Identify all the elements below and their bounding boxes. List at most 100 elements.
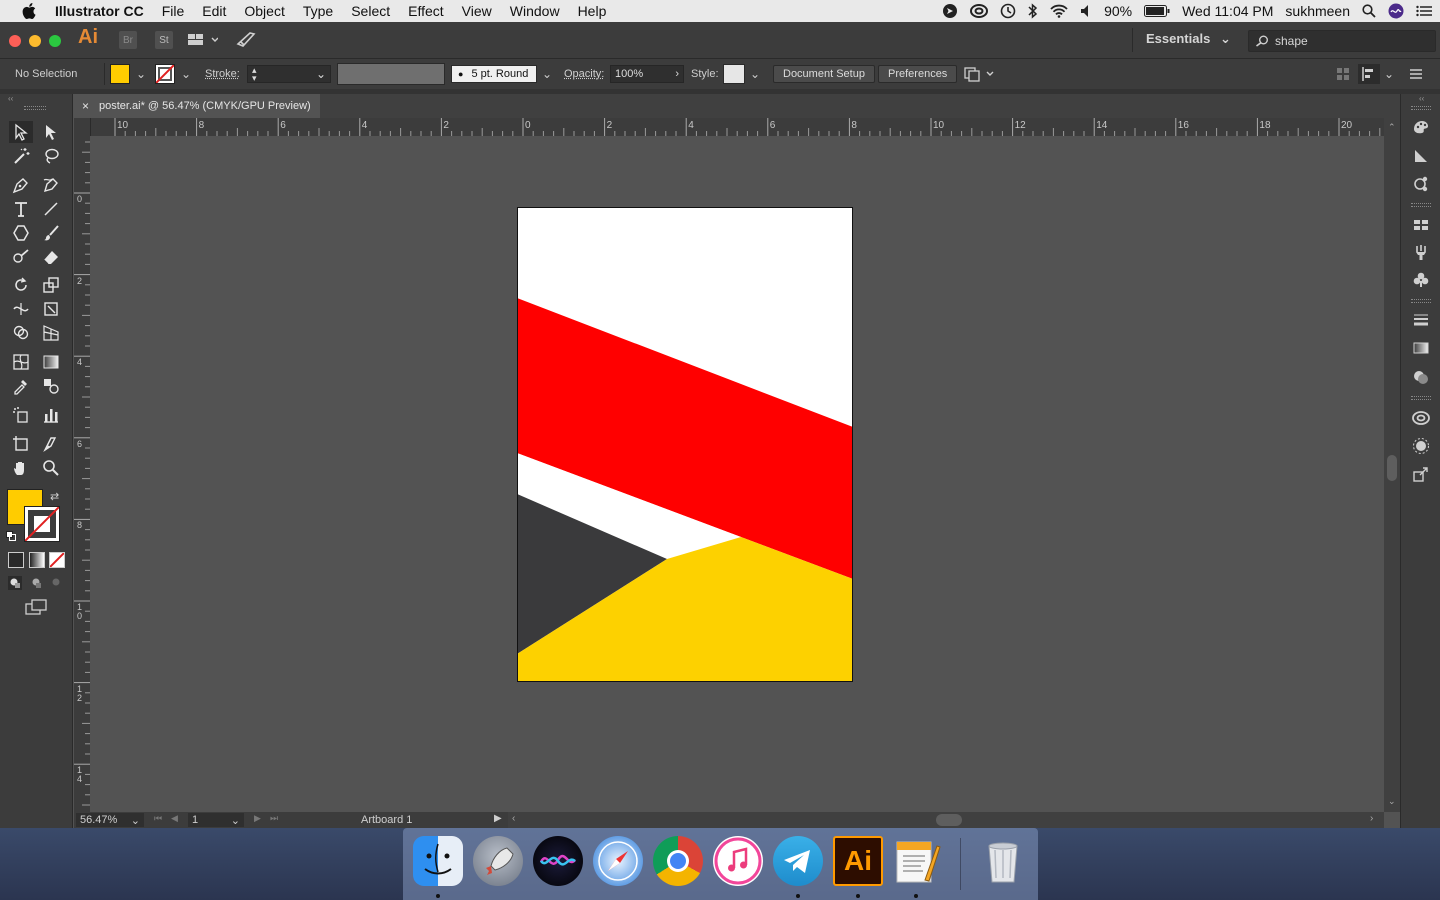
zoom-window-button[interactable] <box>49 35 61 47</box>
bridge-button[interactable]: Br <box>119 31 137 49</box>
stroke-swatch-control[interactable]: ⌄ <box>155 59 191 89</box>
scroll-up-icon[interactable]: ⌃ <box>1388 122 1396 133</box>
opacity-field[interactable]: 100% › <box>610 59 684 89</box>
blend-tool-icon[interactable] <box>39 375 63 397</box>
lasso-tool-icon[interactable] <box>39 145 63 167</box>
horizontal-scroll-thumb[interactable] <box>936 814 962 826</box>
safari-icon[interactable] <box>593 836 643 886</box>
mesh-tool-icon[interactable] <box>9 351 33 373</box>
chevron-down-icon[interactable]: ⌄ <box>181 67 191 81</box>
rotate-tool-icon[interactable] <box>9 274 33 296</box>
stroke-panel-icon[interactable] <box>1411 310 1431 330</box>
close-window-button[interactable] <box>9 35 21 47</box>
panel-grip[interactable] <box>1411 106 1431 110</box>
chevron-right-icon[interactable]: › <box>675 68 679 80</box>
selection-tool-icon[interactable] <box>9 121 33 143</box>
draw-normal-icon[interactable] <box>8 576 64 595</box>
first-artboard-icon[interactable]: ⏮ <box>154 813 162 824</box>
brush-definition-dropdown[interactable]: ● 5 pt. Round ⌄ <box>451 59 552 89</box>
battery-icon[interactable] <box>1144 5 1170 17</box>
siri-icon[interactable] <box>1388 3 1404 19</box>
line-segment-tool-icon[interactable] <box>39 198 63 220</box>
none-mode-button[interactable] <box>49 552 65 568</box>
navigation-status-icon[interactable] <box>942 3 958 19</box>
user-name[interactable]: sukhmeen <box>1285 3 1350 19</box>
bluetooth-icon[interactable] <box>1028 3 1038 19</box>
gradient-panel-icon[interactable] <box>1411 338 1431 358</box>
variable-width-profile[interactable] <box>337 59 445 89</box>
color-mode-button[interactable] <box>8 552 24 568</box>
menu-app-name[interactable]: Illustrator CC <box>45 3 153 19</box>
panel-grip[interactable] <box>1411 203 1431 207</box>
pen-tool-icon[interactable] <box>9 174 33 196</box>
finder-icon[interactable] <box>413 836 463 886</box>
illustrator-dock-icon[interactable]: Ai <box>833 836 883 886</box>
workspace-switcher[interactable]: Essentials ⌄ <box>1146 31 1231 47</box>
isolate-icon[interactable] <box>1336 59 1350 89</box>
search-input[interactable]: shape <box>1248 30 1436 52</box>
collapse-panel-icon[interactable]: ‹‹ <box>8 94 13 103</box>
stroke-weight-field[interactable]: ▴ ▾ ⌄ <box>247 59 331 89</box>
appearance-panel-icon[interactable] <box>1411 436 1431 456</box>
align-icon[interactable]: ⌄ <box>1358 59 1394 89</box>
chrome-icon[interactable] <box>653 836 703 886</box>
stroke-label[interactable]: Stroke: <box>205 59 240 89</box>
menu-file[interactable]: File <box>153 3 194 19</box>
opacity-label[interactable]: Opacity: <box>564 59 604 89</box>
width-tool-icon[interactable] <box>9 298 33 320</box>
menu-view[interactable]: View <box>453 3 501 19</box>
preferences-button[interactable]: Preferences <box>878 65 957 83</box>
scroll-down-icon[interactable]: ⌄ <box>1388 796 1396 807</box>
artboard-number-field[interactable]: 1 ⌄ <box>188 813 244 827</box>
vertical-scroll-thumb[interactable] <box>1387 455 1397 481</box>
arrange-documents-icon[interactable] <box>186 31 218 49</box>
menu-window[interactable]: Window <box>501 3 569 19</box>
eyedropper-tool-icon[interactable] <box>9 375 33 397</box>
arrange-icon[interactable] <box>963 59 995 89</box>
trash-icon[interactable] <box>978 836 1028 886</box>
menu-object[interactable]: Object <box>235 3 293 19</box>
fill-swatch[interactable] <box>110 64 130 84</box>
document-setup-button[interactable]: Document Setup <box>773 65 875 83</box>
change-screen-mode-icon[interactable] <box>25 599 47 620</box>
chevron-down-icon[interactable]: ⌄ <box>542 67 552 81</box>
panel-grip[interactable] <box>24 106 46 110</box>
panel-grip[interactable] <box>1411 299 1431 303</box>
color-panel-icon[interactable] <box>1411 117 1431 137</box>
fill-swatch-control[interactable]: ⌄ <box>110 59 146 89</box>
stroke-color-swatch[interactable] <box>24 506 60 542</box>
zoom-tool-icon[interactable] <box>39 457 63 479</box>
launchpad-icon[interactable] <box>473 836 523 886</box>
vertical-ruler[interactable]: 0 2 4 6 8 1 0 1 2 1 4 <box>74 118 91 812</box>
scroll-right-icon[interactable]: › <box>1370 813 1373 824</box>
notification-center-icon[interactable] <box>1416 5 1432 17</box>
siri-icon[interactable] <box>533 836 583 886</box>
last-artboard-icon[interactable]: ⏭ <box>270 813 278 824</box>
menu-select[interactable]: Select <box>342 3 399 19</box>
type-tool-icon[interactable] <box>9 198 33 220</box>
hand-tool-icon[interactable] <box>9 457 33 479</box>
curvature-tool-icon[interactable] <box>39 174 63 196</box>
document-tab[interactable]: × poster.ai* @ 56.47% (CMYK/GPU Preview) <box>74 94 320 118</box>
next-artboard-icon[interactable]: ▶ <box>254 813 261 824</box>
volume-icon[interactable] <box>1080 4 1092 18</box>
magic-wand-tool-icon[interactable] <box>9 145 33 167</box>
transparency-panel-icon[interactable] <box>1411 367 1431 387</box>
menu-effect[interactable]: Effect <box>399 3 453 19</box>
chevron-down-icon[interactable]: ⌄ <box>1384 67 1394 81</box>
swatches-panel-icon[interactable] <box>1411 215 1431 235</box>
asset-export-panel-icon[interactable] <box>1411 464 1431 484</box>
panel-menu-icon[interactable] <box>1409 59 1423 89</box>
swap-fill-stroke-icon[interactable]: ⇄ <box>50 490 59 503</box>
telegram-icon[interactable] <box>773 836 823 886</box>
menu-help[interactable]: Help <box>569 3 616 19</box>
gradient-tool-icon[interactable] <box>39 351 63 373</box>
itunes-icon[interactable] <box>713 836 763 886</box>
polygon-tool-icon[interactable] <box>9 222 33 244</box>
shape-builder-tool-icon[interactable] <box>9 322 33 344</box>
free-transform-tool-icon[interactable] <box>39 298 63 320</box>
scroll-left-icon[interactable]: ‹ <box>512 813 515 824</box>
menu-edit[interactable]: Edit <box>193 3 235 19</box>
brushes-panel-icon[interactable] <box>1411 242 1431 262</box>
perspective-grid-tool-icon[interactable] <box>39 322 63 344</box>
